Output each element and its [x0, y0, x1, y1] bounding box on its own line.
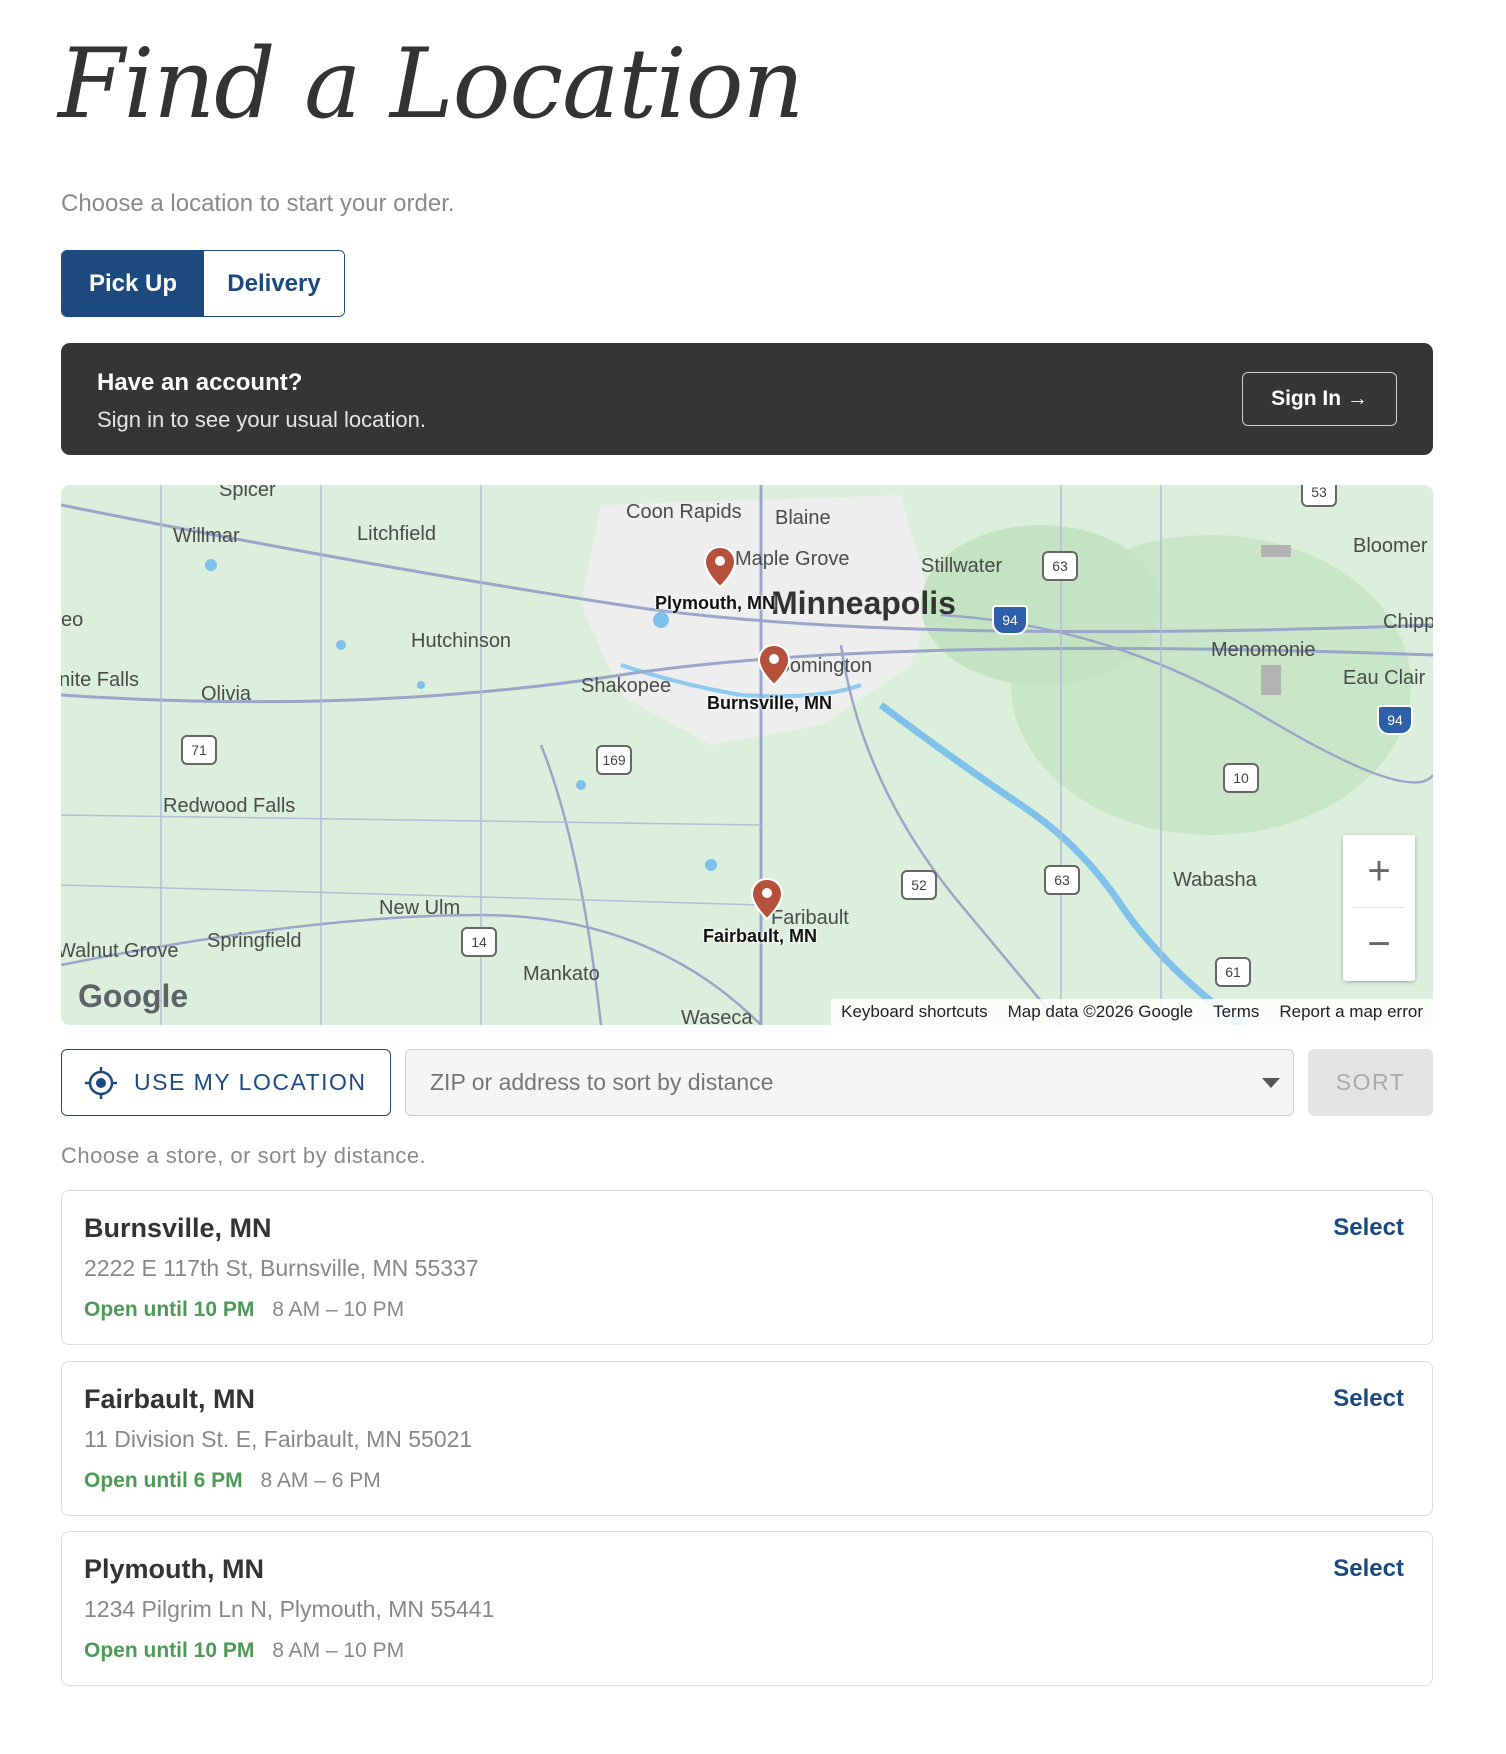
map-attribution: Keyboard shortcuts Map data ©2026 Google…	[831, 999, 1433, 1025]
store-hours: Open until 6 PM 8 AM – 6 PM	[84, 1469, 381, 1493]
zip-address-input[interactable]	[405, 1049, 1294, 1116]
highway-shield: 61	[1215, 957, 1251, 987]
store-map[interactable]: Spicer Willmar Litchfield Coon Rapids Bl…	[61, 485, 1433, 1025]
page-title: Find a Location	[58, 28, 804, 140]
map-label: Hutchinson	[411, 630, 512, 652]
highway-shield: 71	[181, 735, 217, 765]
map-label: Spicer	[219, 485, 276, 501]
report-map-error-link[interactable]: Report a map error	[1269, 999, 1433, 1025]
chevron-down-icon[interactable]	[1262, 1078, 1280, 1088]
map-label: Olivia	[201, 683, 252, 705]
highway-shield: 169	[596, 745, 632, 775]
map-label: Shakopee	[581, 675, 672, 697]
store-hours-range: 8 AM – 10 PM	[272, 1298, 405, 1321]
google-logo: Google	[78, 978, 189, 1014]
store-card[interactable]: Plymouth, MN 1234 Pilgrim Ln N, Plymouth…	[61, 1531, 1433, 1686]
map-label: Litchfield	[357, 523, 436, 545]
map-label: Bloomer	[1353, 535, 1428, 557]
account-banner-subtitle: Sign in to see your usual location.	[97, 407, 426, 432]
store-open-status: Open until 6 PM	[84, 1469, 243, 1492]
store-address: 2222 E 117th St, Burnsville, MN 55337	[84, 1255, 479, 1281]
select-store-button[interactable]: Select	[1327, 1384, 1410, 1414]
store-hours: Open until 10 PM 8 AM – 10 PM	[84, 1298, 404, 1322]
keyboard-shortcuts-link[interactable]: Keyboard shortcuts	[831, 999, 997, 1025]
map-label: Blaine	[775, 507, 831, 529]
highway-shield: 14	[461, 927, 497, 957]
map-label: Wabasha	[1173, 869, 1257, 891]
map-label: Walnut Grove	[61, 940, 179, 962]
terms-link[interactable]: Terms	[1203, 999, 1269, 1025]
map-label: Redwood Falls	[163, 795, 296, 817]
map-pin-label: Fairbault, MN	[703, 926, 818, 946]
map-label: Chipp	[1383, 611, 1433, 633]
select-store-button[interactable]: Select	[1327, 1554, 1410, 1584]
map-label: Springfield	[207, 930, 302, 952]
store-card[interactable]: Burnsville, MN 2222 E 117th St, Burnsvil…	[61, 1190, 1433, 1345]
page-subtitle: Choose a location to start your order.	[61, 190, 455, 217]
store-name: Fairbault, MN	[84, 1384, 256, 1414]
store-hours-range: 8 AM – 10 PM	[272, 1639, 405, 1662]
account-banner: Have an account? Sign in to see your usu…	[61, 343, 1433, 455]
map-data-credit: Map data ©2026 Google	[1007, 1002, 1194, 1021]
store-card[interactable]: Fairbault, MN 11 Division St. E, Fairbau…	[61, 1361, 1433, 1516]
store-address: 1234 Pilgrim Ln N, Plymouth, MN 55441	[84, 1596, 495, 1622]
zoom-in-button[interactable]: +	[1343, 835, 1415, 907]
highway-shield: 52	[901, 870, 937, 900]
use-my-location-label: USE MY LOCATION	[134, 1069, 367, 1095]
delivery-toggle-button[interactable]: Delivery	[204, 251, 344, 316]
map-label: Maple Grove	[735, 548, 850, 570]
store-hours-range: 8 AM – 6 PM	[260, 1469, 381, 1492]
map-pin-icon[interactable]	[757, 643, 791, 687]
select-store-button[interactable]: Select	[1327, 1213, 1410, 1243]
map-pin-label: Burnsville, MN	[707, 693, 833, 713]
map-pin-icon[interactable]	[750, 877, 784, 921]
map-zoom-controls: + −	[1343, 835, 1415, 981]
map-pin-icon[interactable]	[703, 545, 737, 589]
map-label: Coon Rapids	[626, 501, 742, 523]
highway-shield: 63	[1042, 551, 1078, 581]
zoom-out-button[interactable]: −	[1343, 908, 1415, 980]
use-my-location-button[interactable]: USE MY LOCATION	[61, 1049, 391, 1116]
highway-shield: 94	[992, 605, 1028, 635]
store-address: 11 Division St. E, Fairbault, MN 55021	[84, 1426, 473, 1452]
sort-button[interactable]: SORT	[1308, 1049, 1433, 1116]
crosshair-icon	[85, 1066, 117, 1099]
map-label: Mankato	[523, 963, 600, 985]
highway-shield: 53	[1301, 485, 1337, 507]
sign-in-button[interactable]: Sign In →	[1242, 372, 1397, 426]
map-pin-label: Plymouth, MN	[655, 593, 775, 613]
account-banner-title: Have an account?	[97, 369, 303, 396]
store-list-hint: Choose a store, or sort by distance.	[61, 1143, 427, 1168]
map-label: Menomonie	[1211, 639, 1316, 661]
map-label: Stillwater	[921, 555, 1003, 577]
map-label: New Ulm	[379, 897, 461, 919]
store-name: Plymouth, MN	[84, 1554, 264, 1584]
order-mode-toggle: Pick Up Delivery	[61, 250, 345, 317]
pickup-toggle-button[interactable]: Pick Up	[62, 251, 204, 316]
highway-shield: 10	[1223, 763, 1259, 793]
highway-shield: 94	[1377, 705, 1413, 735]
store-open-status: Open until 10 PM	[84, 1639, 255, 1662]
find-location-page: Find a Location Choose a location to sta…	[0, 0, 1506, 1754]
highway-shield: 63	[1044, 865, 1080, 895]
store-hours: Open until 10 PM 8 AM – 10 PM	[84, 1639, 404, 1663]
store-open-status: Open until 10 PM	[84, 1298, 255, 1321]
store-name: Burnsville, MN	[84, 1213, 272, 1243]
map-label: Willmar	[173, 525, 240, 547]
map-label: eo	[61, 609, 84, 631]
map-label: Waseca	[681, 1007, 753, 1025]
map-label: Eau Clair	[1343, 667, 1426, 689]
map-city-label: Minneapolis	[771, 585, 956, 621]
map-label: nite Falls	[61, 669, 140, 691]
